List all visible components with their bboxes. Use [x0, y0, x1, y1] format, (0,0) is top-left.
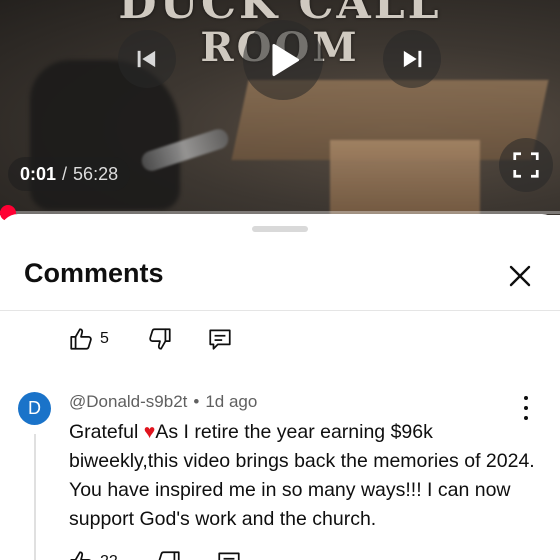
- avatar[interactable]: D: [18, 392, 51, 425]
- drag-handle[interactable]: [252, 226, 308, 232]
- next-button[interactable]: [383, 30, 441, 88]
- play-button[interactable]: [243, 20, 323, 100]
- comments-sheet: Comments 5 D @Donald-s9b2t • 1d ago Grat…: [0, 214, 560, 560]
- like-count: 5: [100, 330, 109, 347]
- thread-line: [34, 434, 36, 560]
- more-options-button[interactable]: [516, 396, 536, 420]
- reply-comment-icon: [218, 552, 240, 560]
- skip-next-icon: [403, 50, 422, 68]
- reply-button[interactable]: [216, 549, 242, 560]
- comment-author[interactable]: @Donald-s9b2t: [69, 392, 187, 412]
- fullscreen-icon: [513, 152, 539, 178]
- comment-time: 1d ago: [205, 392, 258, 411]
- reply-comment-icon: [209, 329, 231, 350]
- video-player[interactable]: DUCK CALL ROOM 0:01 / 56:28: [0, 0, 560, 215]
- more-dot-icon: [524, 396, 528, 400]
- thumbs-down-icon: [149, 328, 171, 350]
- close-button[interactable]: [504, 260, 536, 292]
- more-dot-icon: [524, 406, 528, 410]
- previous-button[interactable]: [118, 30, 176, 88]
- time-separator: /: [62, 164, 68, 184]
- video-duration: 56:28: [73, 164, 119, 184]
- dislike-button[interactable]: [147, 326, 173, 352]
- comment-actions: 22: [68, 548, 242, 560]
- current-time: 0:01: [20, 164, 57, 184]
- video-desk-front-shape: [330, 140, 480, 215]
- comment-text-start: Grateful: [69, 421, 144, 443]
- comment-actions: 5: [68, 325, 233, 353]
- thumbs-up-icon: [70, 328, 92, 350]
- close-icon: [509, 265, 531, 287]
- dislike-button[interactable]: [156, 549, 182, 560]
- comment-text: Grateful ♥As I retire the year earning $…: [69, 418, 539, 534]
- like-count: 22: [100, 553, 118, 560]
- heart-emoji-icon: ♥: [143, 421, 156, 443]
- header-divider: [0, 310, 560, 311]
- time-display: 0:01 / 56:28: [8, 157, 131, 191]
- comments-title: Comments: [24, 258, 164, 288]
- comment-meta: @Donald-s9b2t • 1d ago: [69, 392, 257, 412]
- skip-previous-icon: [137, 50, 156, 68]
- like-button[interactable]: 22: [68, 549, 118, 560]
- thumbs-up-icon: [70, 551, 91, 560]
- fullscreen-button[interactable]: [499, 138, 553, 192]
- play-icon: [272, 43, 300, 77]
- like-button[interactable]: 5: [68, 326, 109, 352]
- meta-separator: •: [193, 392, 200, 411]
- thumbs-down-icon: [158, 551, 180, 560]
- reply-button[interactable]: [207, 326, 233, 352]
